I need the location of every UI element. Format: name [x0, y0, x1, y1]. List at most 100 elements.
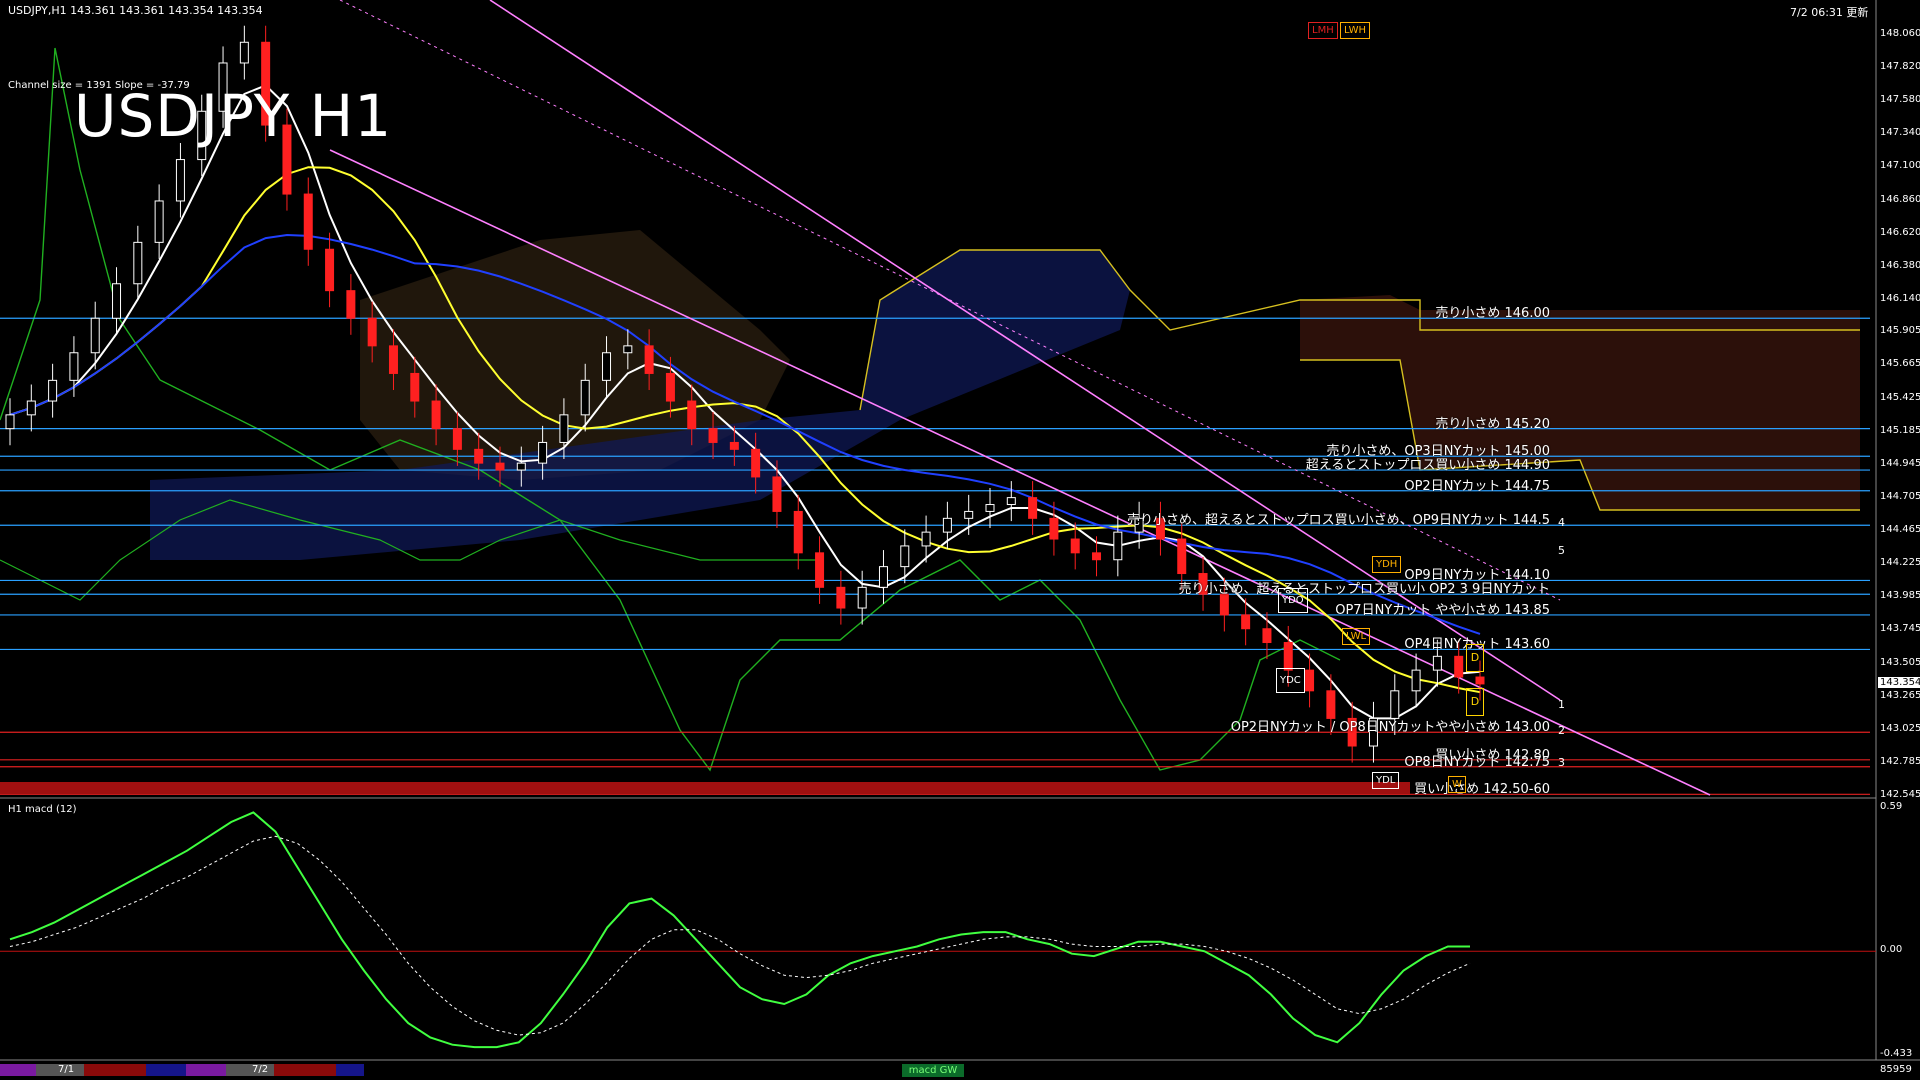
candle-body [431, 400, 441, 430]
price-tick: 148.060 [1880, 28, 1920, 39]
level-label: OP7日NYカット やや小さめ 143.85 [1335, 602, 1550, 618]
candle-body [1241, 614, 1251, 630]
price-tick: 146.860 [1880, 193, 1920, 205]
session-bar [186, 1064, 226, 1076]
candle-body [48, 379, 58, 402]
candle-body [665, 372, 675, 402]
candle-body [921, 531, 931, 547]
session-bar [84, 1064, 146, 1076]
level-label: OP2日NYカット 144.75 [1404, 478, 1550, 494]
candle-body [1283, 642, 1293, 671]
price-tick: 143.025 [1880, 722, 1920, 734]
candle-body [1305, 669, 1315, 692]
level-label: 売り小さめ 145.20 [1435, 416, 1550, 432]
channel-number-5: 5 [1558, 544, 1565, 557]
ydh-box: YDH [1372, 556, 1402, 573]
candle-body [90, 317, 100, 354]
level-label: 超えるとストップロス買い小さめ 144.90 [1305, 458, 1550, 474]
candle-body [388, 345, 398, 374]
channel-number-2: 2 [1558, 724, 1565, 737]
candle-body [964, 510, 974, 519]
lmh-tag: LMH [1308, 22, 1338, 39]
price-tick: 146.380 [1880, 259, 1920, 271]
candle-body [1092, 552, 1102, 561]
date-label-2: 7/2 [252, 1064, 269, 1075]
candle-body [857, 586, 867, 609]
date-label-1: 7/1 [58, 1064, 75, 1075]
price-tick: 144.945 [1880, 457, 1920, 469]
candle-body [303, 193, 313, 250]
candle-body [815, 552, 825, 588]
candle-body [112, 283, 122, 319]
level-label: 売り小さめ、超えるとストップロス買い小さめ、OP9日NYカット 144.5 [1127, 513, 1550, 529]
channel-number-3: 3 [1558, 756, 1565, 769]
candle-body [367, 317, 377, 347]
level-label: 買い小さめ 142.50-60 [1414, 782, 1550, 798]
channel-number-1: 1 [1558, 698, 1565, 711]
price-tick: 144.705 [1880, 490, 1920, 502]
candle-body [1432, 655, 1442, 671]
price-tick: 145.185 [1880, 424, 1920, 436]
macd-tick-zero: 0.00 [1880, 944, 1903, 955]
daily-box-1: D [1466, 644, 1484, 672]
level-label: OP2日NYカット / OP8日NYカットやや小さめ 143.00 [1230, 720, 1550, 736]
price-tick: 146.140 [1880, 292, 1920, 304]
main-price-chart [0, 0, 1920, 1080]
current-price-label: 143.354 [1878, 677, 1920, 688]
lwl-box: LWL [1342, 628, 1371, 645]
price-tick: 144.465 [1880, 524, 1920, 536]
macd-tick-top: 0.59 [1880, 801, 1903, 812]
price-tick: 145.665 [1880, 358, 1920, 370]
candle-body [878, 566, 888, 588]
lwh-tag: LWH [1340, 22, 1371, 39]
candle-body [687, 400, 697, 430]
candle-body [1390, 690, 1400, 719]
chart-title: USDJPY H1 [74, 82, 393, 150]
macd-badge: macd GW [902, 1064, 964, 1077]
candle-body [729, 441, 739, 450]
candle-body [5, 414, 15, 430]
candle-body [69, 352, 79, 381]
price-tick: 145.425 [1880, 391, 1920, 403]
candle-body [1411, 669, 1421, 692]
corner-value: 85959 [1880, 1064, 1912, 1075]
session-bar [0, 1064, 36, 1076]
price-tick: 142.785 [1880, 755, 1920, 767]
price-tick: 143.745 [1880, 623, 1920, 635]
macd-tick-bottom: -0.433 [1880, 1048, 1913, 1059]
candle-body [772, 476, 782, 512]
price-tick: 142.545 [1880, 789, 1920, 800]
candle-body [1028, 497, 1038, 519]
session-bar [146, 1064, 186, 1076]
candle-body [239, 41, 249, 64]
candle-body [1049, 517, 1059, 540]
price-tick: 145.905 [1880, 325, 1920, 337]
price-tick: 147.820 [1880, 61, 1920, 73]
price-tick: 147.580 [1880, 94, 1920, 106]
candle-body [1454, 655, 1464, 678]
candle-body [1326, 690, 1336, 719]
update-time: 7/2 06:31 更新 [1790, 6, 1869, 19]
price-tick: 144.225 [1880, 557, 1920, 569]
candle-body [1113, 531, 1123, 561]
candle-body [708, 428, 718, 443]
candle-body [474, 448, 484, 464]
candle-body [154, 200, 164, 243]
candle-body [580, 379, 590, 416]
candle-body [175, 159, 185, 202]
candle-body [985, 504, 995, 512]
ydc-box: YDC [1276, 668, 1305, 693]
price-tick: 147.100 [1880, 160, 1920, 172]
level-label: 売り小さめ 146.00 [1435, 306, 1550, 322]
chart-window: USDJPY,H1 143.361 143.361 143.354 143.35… [0, 0, 1920, 1080]
candle-body [495, 462, 505, 471]
macd-label: H1 macd (12) [8, 804, 77, 815]
session-bar [336, 1064, 364, 1076]
level-label: 売り小さめ、超えるとストップロス買い小 OP2 3 9日NYカット [1178, 582, 1550, 598]
ydl-box: YDL [1372, 772, 1400, 789]
price-tick: 143.985 [1880, 590, 1920, 602]
candle-body [325, 248, 335, 292]
session-bar [274, 1064, 336, 1076]
candle-body [1262, 628, 1272, 644]
candle-body [793, 510, 803, 554]
